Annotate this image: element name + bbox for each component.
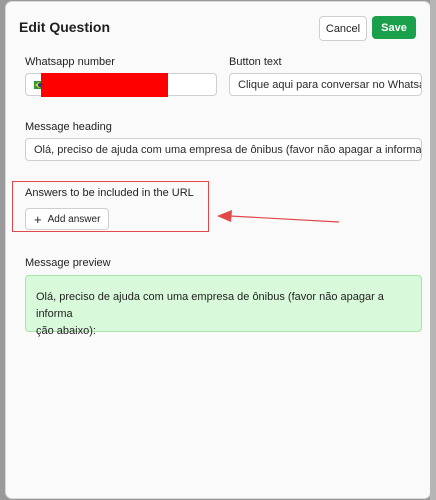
save-button[interactable]: Save [372,16,416,39]
message-preview-box: Olá, preciso de ajuda com uma empresa de… [25,275,422,337]
button-text-label: Button text [229,56,282,68]
whatsapp-number-label: Whatsapp number [25,56,115,68]
plus-icon: + [34,211,42,227]
redacted-phone-number [41,73,168,97]
answers-label: Answers to be included in the URL [25,187,194,199]
arrow-annotation [217,210,340,223]
add-answer-label: Add answer [47,213,101,225]
message-heading-input[interactable]: Olá, preciso de ajuda com uma empresa de… [25,138,422,161]
button-text-input[interactable]: Clique aqui para conversar no Whatsa [229,73,422,96]
dialog-title: Edit Question [19,19,110,35]
message-preview-label: Message preview [25,257,111,269]
preview-line-1: Olá, preciso de ajuda com uma empresa de… [36,291,384,320]
preview-line-2: ção abaixo): [36,325,96,337]
message-heading-label: Message heading [25,121,112,133]
scrollbar[interactable] [430,0,436,500]
cancel-button[interactable]: Cancel [319,16,367,41]
add-answer-button[interactable]: + Add answer [25,208,109,230]
